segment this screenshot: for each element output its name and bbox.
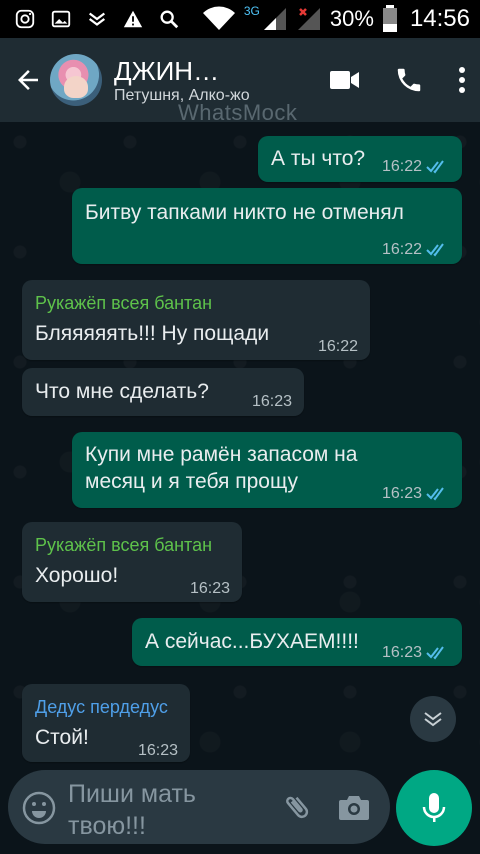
message-sender: Дедус пердедус	[35, 697, 168, 717]
network-type-label: 3G	[243, 4, 260, 18]
message-time: 16:23	[189, 580, 230, 597]
message-text: А сейчас...БУХАЕМ!!!!	[145, 630, 359, 653]
warning-icon	[123, 10, 143, 28]
read-ticks-icon	[426, 645, 444, 660]
battery-percent: 30%	[329, 6, 374, 31]
video-call-icon[interactable]	[330, 69, 360, 91]
voice-message-button[interactable]	[396, 770, 472, 846]
message-time: 16:22	[381, 158, 422, 175]
instagram-icon	[15, 9, 35, 29]
image-icon	[51, 10, 71, 28]
message-text: Бляяяяять!!! Ну пощади	[35, 322, 270, 345]
message-list[interactable]: А ты что? 16:22 Битву тапками никто не о…	[0, 122, 480, 768]
attach-icon[interactable]	[282, 792, 312, 822]
read-ticks-icon	[426, 159, 444, 174]
message-text: Битву тапками никто не отменял	[85, 201, 404, 224]
avatar[interactable]	[50, 54, 102, 106]
emoji-icon[interactable]	[22, 791, 56, 825]
double-chevron-down-icon	[424, 712, 442, 727]
message-sender: Рукажёп всея бантан	[35, 293, 213, 313]
message-time: 16:23	[251, 393, 292, 410]
download-icon	[88, 12, 106, 26]
message-outgoing[interactable]: А сейчас...БУХАЕМ!!!! 16:23	[132, 618, 462, 666]
message-incoming[interactable]: Что мне сделать? 16:23	[22, 368, 304, 416]
read-ticks-icon	[426, 242, 444, 257]
signal-icon-2	[297, 8, 320, 30]
message-outgoing[interactable]: А ты что? 16:22	[258, 136, 462, 182]
placeholder-line-1: Пиши мать	[68, 780, 196, 808]
message-time: 16:22	[317, 338, 358, 355]
back-arrow-icon	[18, 70, 38, 90]
chat-title-block[interactable]: ДЖИН… Петушня, Алко-жо	[114, 56, 274, 105]
message-text: Хорошо!	[35, 564, 119, 587]
message-outgoing[interactable]: Битву тапками никто не отменял 16:22	[72, 188, 462, 264]
message-time: 16:23	[381, 644, 422, 661]
status-bar: 3G 30% 14:56	[0, 0, 480, 38]
placeholder-line-2: твою!!!	[68, 812, 146, 840]
chat-title: ДЖИН…	[114, 55, 220, 86]
more-vert-icon[interactable]	[458, 66, 466, 94]
camera-icon[interactable]	[338, 792, 370, 822]
message-incoming[interactable]: Рукажёп всея бантан Бляяяяять!!! Ну поща…	[22, 280, 370, 360]
message-time: 16:23	[381, 485, 422, 502]
message-time: 16:23	[137, 742, 178, 759]
message-input[interactable]: Пиши мать твою!!!	[68, 778, 268, 842]
search-icon	[160, 10, 179, 29]
back-button[interactable]	[8, 60, 48, 100]
battery-icon	[382, 5, 397, 32]
message-text-line-1: Купи мне рамён запасом на	[85, 443, 358, 466]
message-time: 16:22	[381, 241, 422, 258]
clock: 14:56	[409, 5, 470, 32]
microphone-icon	[422, 793, 446, 822]
message-sender: Рукажёп всея бантан	[35, 535, 213, 555]
message-outgoing[interactable]: Купи мне рамён запасом на месяц и я тебя…	[72, 432, 462, 508]
message-text: А ты что?	[271, 147, 366, 170]
scroll-to-bottom-button[interactable]	[410, 696, 456, 742]
message-text: Стой!	[35, 726, 89, 749]
signal-icon	[263, 8, 286, 30]
message-text: Что мне сделать?	[35, 380, 209, 403]
message-text-line-2: месяц и я тебя прощу	[85, 470, 298, 493]
phone-call-icon[interactable]	[394, 65, 424, 95]
read-ticks-icon	[426, 486, 444, 501]
message-incoming[interactable]: Дедус пердедус Стой! 16:23	[22, 684, 190, 762]
message-composer[interactable]: Пиши мать твою!!!	[8, 770, 390, 844]
message-incoming[interactable]: Рукажёп всея бантан Хорошо! 16:23	[22, 522, 242, 602]
wifi-icon	[202, 6, 235, 30]
